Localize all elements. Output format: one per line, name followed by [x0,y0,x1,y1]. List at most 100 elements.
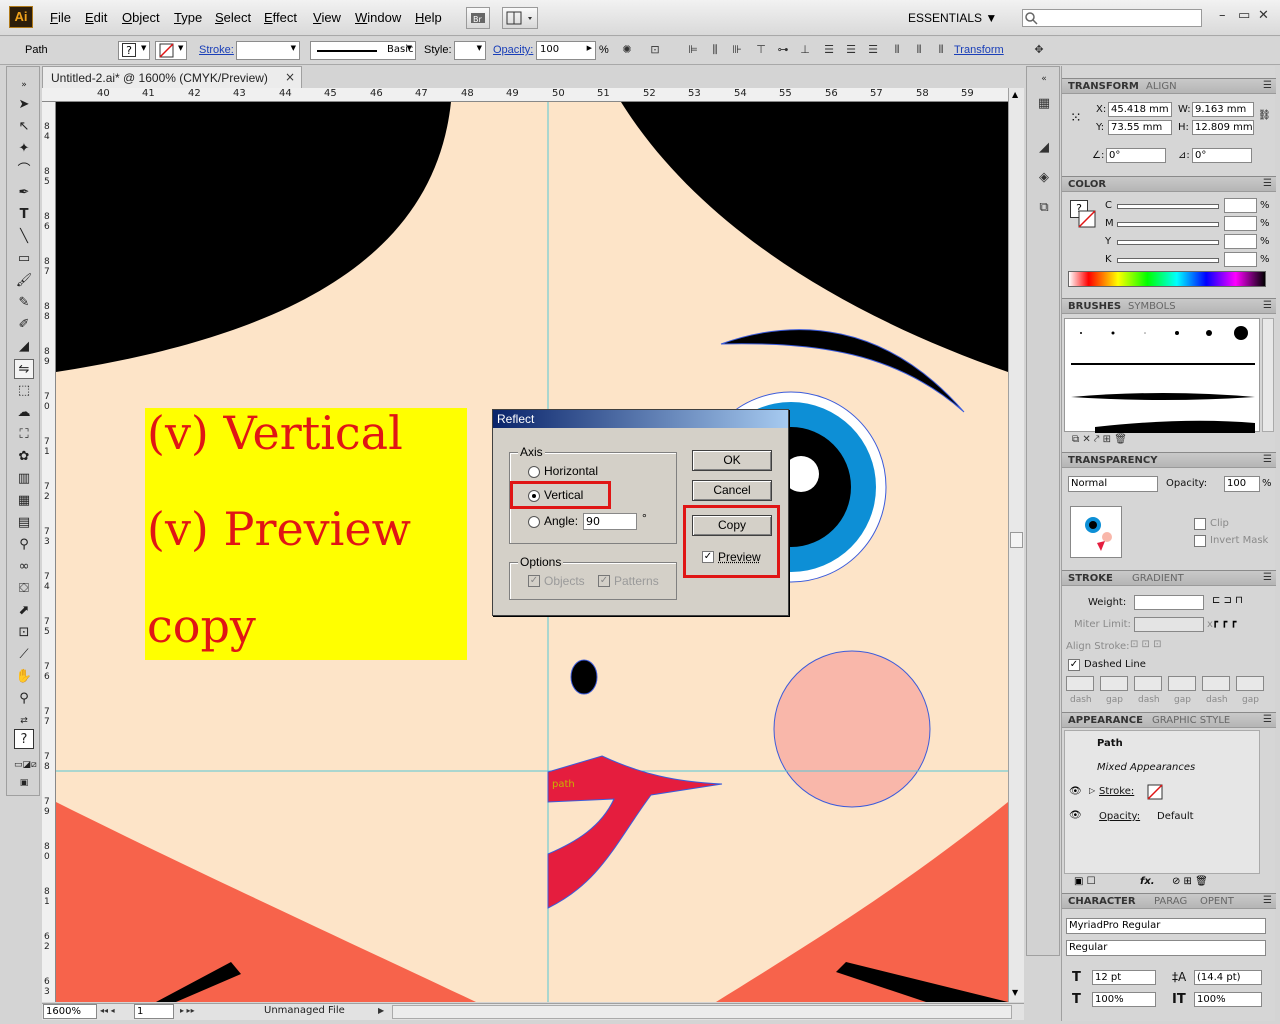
corner-buttons[interactable]: ┏ ┏ ┏ [1212,617,1236,628]
distribute-center-icon[interactable]: ⫴ [910,43,928,57]
align-middle-icon[interactable]: ⊶ [774,43,792,57]
pen-tool-icon[interactable]: ✒ [14,183,34,203]
file-status-label[interactable]: Unmanaged File [264,1005,345,1016]
recolor-artwork-icon[interactable]: ✺ [618,43,636,57]
panel-menu-icon[interactable]: ☰ [1263,572,1272,583]
panel-menu-icon[interactable]: ☰ [1263,80,1272,91]
graphic-style-dropdown[interactable]: ▼ [454,41,486,60]
close-icon[interactable]: × [285,70,295,84]
color-mode-icons[interactable]: ▭◪⧄ [14,755,37,775]
ok-button[interactable]: OK [692,450,772,471]
scroll-thumb[interactable] [1010,532,1023,548]
paintbrush-tool-icon[interactable]: 🖌 [14,271,34,291]
align-center-icon[interactable]: ⫼ [706,43,724,57]
dash-input[interactable] [1066,676,1094,691]
tab-transform[interactable]: TRANSFORM [1068,81,1139,92]
font-family-dropdown[interactable]: MyriadPro Regular [1066,918,1266,934]
hand-tool-icon[interactable]: ✋ [14,667,34,687]
brush-panel-footer-icons[interactable]: ⧉ ✕ ⤤ ⊞ 🗑 [1072,434,1127,445]
dash-input[interactable] [1202,676,1230,691]
cyan-slider[interactable] [1117,204,1219,209]
slice-tool-icon[interactable]: ⟋ [14,645,34,665]
warp-tool-icon[interactable]: ☁ [14,403,34,423]
black-input[interactable] [1224,252,1257,267]
distribute-right-icon[interactable]: ⫴ [932,43,950,57]
angle-radio[interactable] [528,516,540,528]
brush-library[interactable] [1064,318,1260,433]
search-input[interactable] [1022,9,1202,27]
artboard-number-field[interactable]: 1 [134,1004,174,1019]
fx-icon[interactable]: fx. [1140,876,1155,887]
visibility-eye-icon[interactable]: 👁 [1069,786,1082,797]
no-stroke-icon[interactable] [1147,784,1163,800]
tab-transparency[interactable]: TRANSPARENCY [1068,455,1157,466]
tab-brushes[interactable]: BRUSHES [1068,301,1121,312]
cyan-input[interactable] [1224,198,1257,213]
blob-brush-tool-icon[interactable]: ✐ [14,315,34,335]
close-window-icon[interactable]: ✕ [1258,8,1269,23]
horizontal-scrollbar[interactable] [392,1005,1012,1019]
tab-graphic-style[interactable]: GRAPHIC STYLE [1152,715,1230,726]
horizontal-label[interactable]: Horizontal [544,464,598,478]
clip-checkbox[interactable] [1194,518,1206,530]
panel-menu-icon[interactable]: ☰ [1263,178,1272,189]
menu-edit[interactable]: Edit [85,10,107,25]
dialog-title[interactable]: Reflect [493,410,788,428]
leading-input[interactable]: (14.4 pt) [1194,970,1262,985]
constrain-proportions-icon[interactable]: ⛓ [1258,110,1271,121]
zoom-field[interactable]: 1600% [43,1004,97,1019]
distribute-left-icon[interactable]: ⫴ [888,43,906,57]
expand-triangle-icon[interactable]: ▷ [1089,786,1095,795]
stroke-weight-field[interactable]: ▼ [236,41,300,60]
no-stroke-icon[interactable] [1078,210,1096,228]
artboard-nav-icons[interactable]: ◂◂ ◂ [100,1006,115,1015]
cancel-button[interactable]: Cancel [692,480,772,501]
restore-icon[interactable]: ▭ [1238,8,1250,23]
expand-panels-icon[interactable]: « [1035,70,1053,88]
select-similar-icon[interactable]: ⊡ [646,43,664,57]
artboard-tool-icon[interactable]: ⊡ [14,623,34,643]
scale-tool-icon[interactable]: ⬚ [14,381,34,401]
yellow-slider[interactable] [1117,240,1219,245]
magenta-input[interactable] [1224,216,1257,231]
align-right-icon[interactable]: ⊪ [728,43,746,57]
tab-appearance[interactable]: APPEARANCE [1068,715,1143,726]
align-stroke-buttons[interactable]: ⊡ ⊡ ⊡ [1130,639,1162,650]
dash-input[interactable] [1134,676,1162,691]
font-size-input[interactable]: 12 pt [1092,970,1156,985]
blend-tool-icon[interactable]: ∞ [14,557,34,577]
nose[interactable] [570,659,598,695]
tab-align[interactable]: ALIGN [1146,81,1177,92]
angle-input[interactable]: 90 [583,513,637,530]
magic-wand-tool-icon[interactable]: ✦ [14,139,34,159]
workspace-switcher[interactable]: ESSENTIALS ▼ [908,11,997,25]
transform-link[interactable]: Transform [954,44,1004,56]
tab-gradient[interactable]: GRADIENT [1132,573,1184,584]
menu-help[interactable]: Help [415,10,442,25]
brush-definition-dropdown[interactable]: Basic ▼ [310,41,416,60]
menu-type[interactable]: Type [174,10,202,25]
opacity-mask-thumbnail[interactable] [1070,506,1122,558]
tab-stroke[interactable]: STROKE [1068,573,1113,584]
yellow-input[interactable] [1224,234,1257,249]
fill-swatch[interactable]: ? ▼ [118,41,150,60]
bridge-button[interactable]: Br [466,7,490,29]
h-input[interactable]: 12.809 mm [1192,120,1254,135]
stroke-link[interactable]: Stroke: [199,44,234,56]
x-input[interactable]: 45.418 mm [1108,102,1172,117]
magenta-slider[interactable] [1117,222,1219,227]
color-spectrum[interactable] [1068,271,1266,287]
lasso-tool-icon[interactable]: ⌒ [14,161,34,181]
invert-mask-checkbox[interactable] [1194,535,1206,547]
tab-paragraph[interactable]: PARAG [1154,896,1187,907]
ruler-left[interactable]: 8485868788897071727374757677787980816263 [42,102,56,1002]
w-input[interactable]: 9.163 mm [1192,102,1254,117]
appearance-opacity-link[interactable]: Opacity: [1099,811,1140,822]
menu-view[interactable]: View [313,10,341,25]
panel-menu-icon[interactable]: ☰ [1263,300,1272,311]
arrange-documents-button[interactable] [502,7,538,29]
cheek[interactable] [773,650,931,808]
reference-point-icon[interactable]: ⁙ [1070,110,1082,126]
gap-input[interactable] [1236,676,1264,691]
graph-tool-icon[interactable]: ▥ [14,469,34,489]
